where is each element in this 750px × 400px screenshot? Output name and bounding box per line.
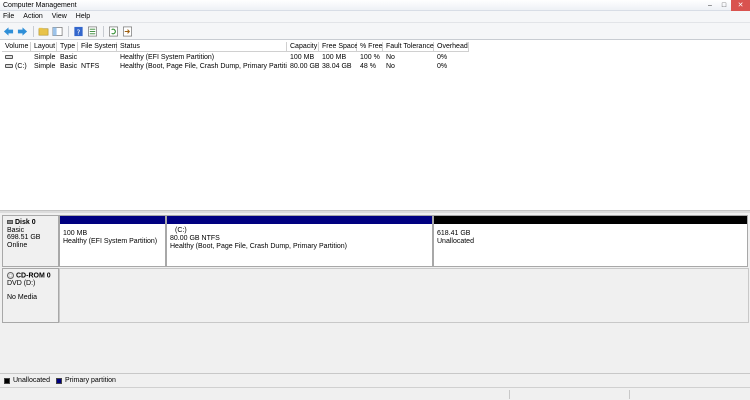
partition-color-bar [167,216,432,224]
forward-icon [17,26,28,36]
disk-name: Disk 0 [15,219,36,226]
show-hide-tree-icon [52,26,63,36]
free-space-cell: 38.04 GB [322,63,352,70]
column-header-layout[interactable]: Layout [31,42,57,52]
disk-label-cd-rom-0[interactable]: CD-ROM 0 DVD (D:) No Media [2,268,59,323]
column-header-type[interactable]: Type [57,42,78,52]
disk-view: Disk 0 Basic 698.51 GB Online 100 MB Hea… [0,213,750,373]
partition-size: 80.00 GB NTFS [170,235,220,242]
close-button[interactable]: ✕ [731,0,750,11]
back-icon [3,26,14,36]
refresh-icon [109,26,118,36]
partition-c-drive[interactable]: (C:) 80.00 GB NTFS Healthy (Boot, Page F… [166,215,433,267]
partition-color-bar [60,216,165,224]
maximize-button[interactable]: □ [717,0,731,11]
volume-list: Volume Layout Type File System Status Ca… [0,40,750,210]
column-header-capacity[interactable]: Capacity [287,42,319,52]
cd-rom-icon [7,272,14,279]
export-button[interactable] [121,25,134,38]
column-header-overhead[interactable]: Overhead [434,42,469,52]
menu-view[interactable]: View [52,13,67,20]
partition-color-bar [434,216,747,224]
file-system-cell: NTFS [81,63,100,70]
up-folder-button[interactable] [37,25,50,38]
disk-row-disk-0: Disk 0 Basic 698.51 GB Online 100 MB Hea… [0,215,750,267]
window-controls: – □ ✕ [703,0,750,11]
legend-swatch [4,377,10,384]
disk-state: Online [7,241,28,249]
partition-status: Healthy (Boot, Page File, Crash Dump, Pr… [170,243,348,250]
help-icon: ? [74,26,83,36]
disk-state: No Media [7,294,37,302]
toolbar: ? [0,23,750,40]
volume-list-header: Volume Layout Type File System Status Ca… [0,42,750,52]
title-bar: Computer Management – □ ✕ [0,0,750,11]
back-button[interactable] [2,25,15,38]
partition-status: Healthy (EFI System Partition) [63,238,158,245]
column-header-status[interactable]: Status [117,42,287,52]
legend: Unallocated Primary partition [0,373,750,387]
capacity-cell: 80.00 GB [290,63,319,70]
volume-row[interactable]: (C:) Simple Basic NTFS Healthy (Boot, Pa… [0,62,750,72]
partition-size: 100 MB [63,230,88,237]
percent-free-cell: 48 % [360,63,376,70]
column-header-fault-tolerance[interactable]: Fault Tolerance [383,42,434,52]
toolbar-separator [33,25,34,37]
properties-icon [88,26,97,36]
window-title: Computer Management [3,2,77,9]
help-button[interactable]: ? [72,25,85,38]
legend-swatch [55,377,62,384]
partition-size: 618.41 GB [437,230,471,237]
menu-action[interactable]: Action [23,13,42,20]
partition-efi[interactable]: 100 MB Healthy (EFI System Partition) [59,215,166,267]
disk-icon [7,220,13,225]
toolbar-separator [68,25,69,37]
export-icon [123,26,132,36]
disk-name: CD-ROM 0 [16,272,51,280]
menu-help[interactable]: Help [76,13,90,20]
type-cell: Basic [60,63,78,70]
overhead-cell: 0% [437,63,448,70]
cd-rom-media-area [59,268,749,323]
drive-icon [5,55,13,60]
up-folder-icon [38,27,49,35]
disk-size: 698.51 GB [7,234,41,241]
partition-info: 618.41 GB Unallocated [437,230,474,246]
refresh-button[interactable] [107,25,120,38]
status-bar [0,387,750,400]
partition-label: (C:) [175,227,187,234]
minimize-button[interactable]: – [703,0,717,11]
status-pane [509,390,629,399]
volume-cell: (C:) [2,62,31,72]
legend-item-primary-partition: Primary partition [55,377,116,384]
partition-info: 100 MB Healthy (EFI System Partition) [63,230,157,246]
menu-file[interactable]: File [3,13,14,20]
status-pane [629,390,750,399]
status-cell: Healthy (Boot, Page File, Crash Dump, Pr… [120,63,287,70]
layout-cell: Simple [34,63,56,70]
disk-type: Basic [7,226,25,234]
forward-button[interactable] [16,25,29,38]
column-header-file-system[interactable]: File System [78,42,118,52]
column-header-percent-free[interactable]: % Free [357,42,383,52]
menu-bar: File Action View Help [0,11,750,23]
partition-info: (C:) 80.00 GB NTFS Healthy (Boot, Page F… [170,227,347,251]
svg-text:?: ? [77,27,81,36]
fault-tolerance-cell: No [386,63,395,70]
properties-button[interactable] [86,25,99,38]
column-header-volume[interactable]: Volume [2,42,31,52]
disk-row-cd-rom-0: CD-ROM 0 DVD (D:) No Media [0,268,750,323]
disk-type: DVD (D:) [7,279,36,287]
partition-unallocated[interactable]: 618.41 GB Unallocated [433,215,748,267]
legend-item-unallocated: Unallocated [4,377,50,384]
show-hide-tree-button[interactable] [51,25,64,38]
disk-label-disk-0[interactable]: Disk 0 Basic 698.51 GB Online [2,215,59,267]
column-header-free-space[interactable]: Free Space [319,42,358,52]
drive-icon [5,64,13,69]
partition-status: Unallocated [437,238,474,245]
toolbar-separator [103,25,104,37]
